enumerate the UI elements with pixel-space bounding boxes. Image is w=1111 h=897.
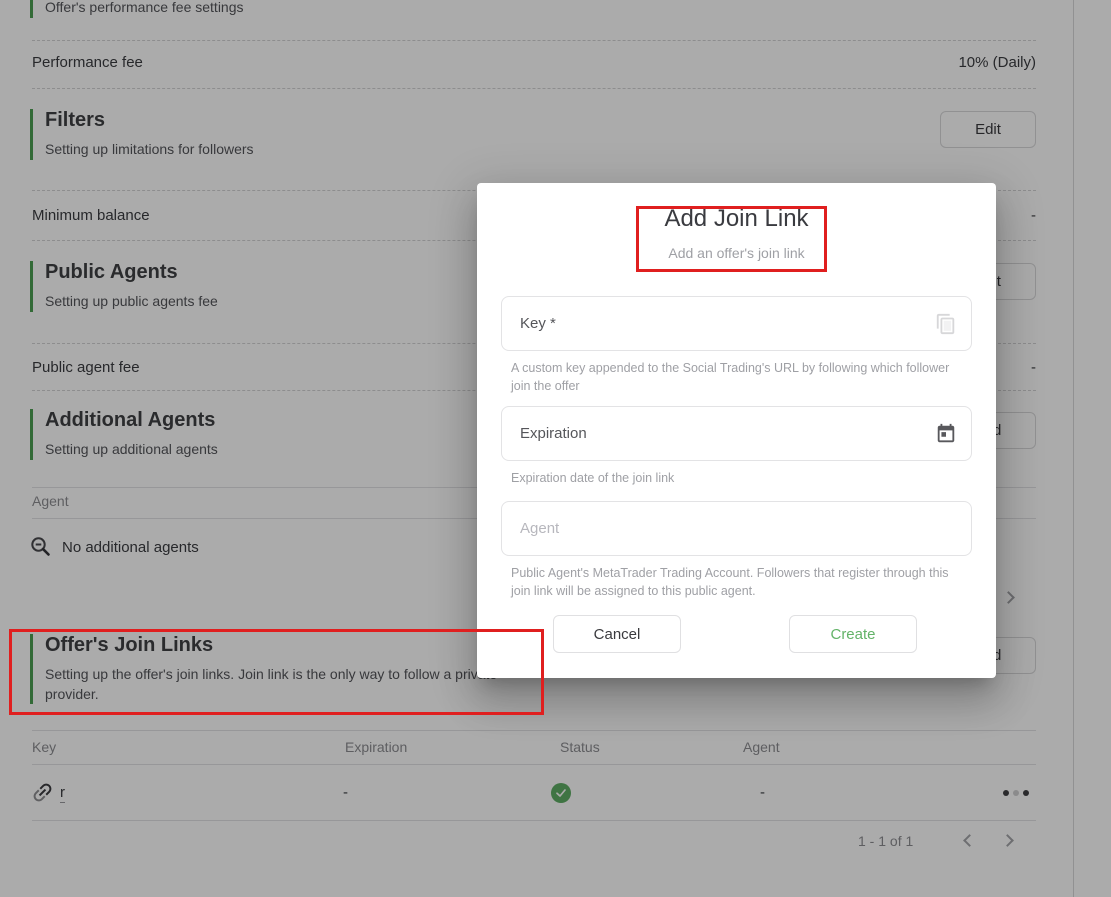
copy-icon[interactable] bbox=[935, 313, 957, 335]
annotation-box-join-links-section bbox=[9, 629, 544, 715]
screen: Offer's performance fee settings Perform… bbox=[0, 0, 1111, 897]
cancel-button[interactable]: Cancel bbox=[553, 615, 681, 653]
expiration-helper-text: Expiration date of the join link bbox=[511, 471, 675, 485]
key-input[interactable] bbox=[502, 297, 971, 350]
annotation-box-dialog-title bbox=[636, 206, 827, 272]
key-field bbox=[501, 296, 972, 351]
expiration-field bbox=[501, 406, 972, 461]
agent-field bbox=[501, 501, 972, 556]
key-helper-text: A custom key appended to the Social Trad… bbox=[511, 361, 950, 394]
expiration-input[interactable] bbox=[502, 407, 971, 460]
agent-input[interactable] bbox=[502, 502, 971, 555]
create-button[interactable]: Create bbox=[789, 615, 917, 653]
calendar-icon[interactable] bbox=[935, 423, 957, 445]
agent-helper-text: Public Agent's MetaTrader Trading Accoun… bbox=[511, 566, 949, 599]
